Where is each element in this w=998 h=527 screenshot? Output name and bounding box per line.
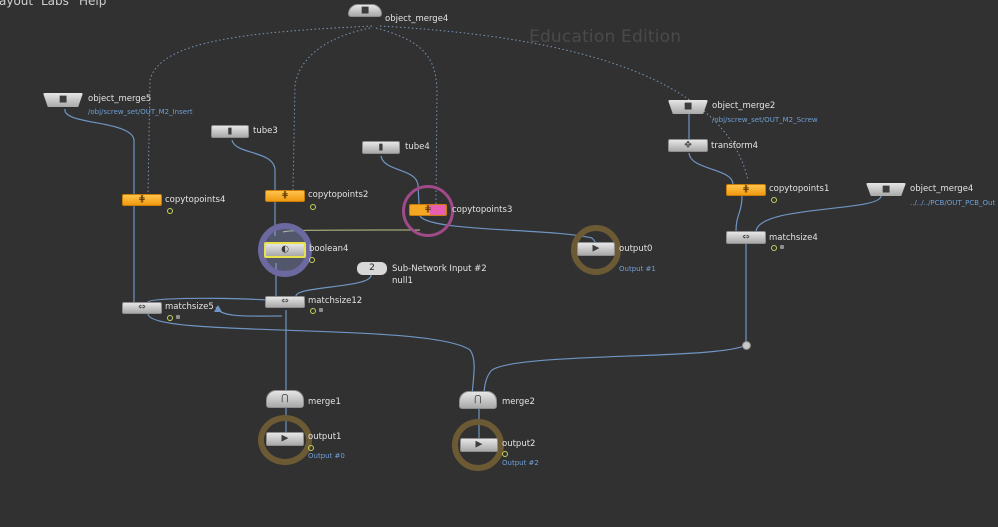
wire-ms5-merge2 bbox=[147, 313, 475, 398]
wire-tube3-cp2 bbox=[231, 139, 276, 190]
node-label: matchsize5 bbox=[165, 302, 214, 312]
output-icon: ▶ bbox=[577, 242, 615, 256]
bypass-flag[interactable] bbox=[771, 245, 777, 251]
null-node-label: null1 bbox=[392, 276, 413, 286]
lock-icon bbox=[319, 308, 323, 312]
ref-wire-copytopoints2 bbox=[292, 27, 371, 191]
node-label: tube3 bbox=[253, 126, 278, 136]
bypass-flag[interactable] bbox=[310, 204, 316, 210]
bypass-flag[interactable] bbox=[167, 315, 173, 321]
node-label: copytopoints4 bbox=[165, 195, 226, 205]
node-label: object_merge4 bbox=[910, 184, 974, 194]
wire-null-ms12 bbox=[295, 274, 372, 297]
bypass-flag[interactable] bbox=[502, 451, 508, 457]
node-output-index: Output #1 bbox=[619, 265, 656, 273]
match-size-icon: ⇔ bbox=[265, 296, 305, 308]
bypass-flag[interactable] bbox=[308, 445, 314, 451]
tube-icon: ▮ bbox=[211, 125, 249, 138]
wire-transform-cp1 bbox=[688, 152, 734, 185]
merge-icon: ⋂ bbox=[459, 391, 497, 409]
object-merge-icon: ■ bbox=[668, 100, 708, 114]
node-label: copytopoints3 bbox=[452, 205, 513, 215]
subnet-input-badge[interactable]: 2 bbox=[357, 262, 387, 275]
copy-to-points-icon: ⋕ bbox=[265, 190, 305, 202]
node-label: matchsize4 bbox=[769, 233, 818, 243]
wire-cp1-ms4 bbox=[735, 195, 743, 232]
object-merge-icon: ■ bbox=[866, 183, 906, 196]
boolean-icon: ◐ bbox=[264, 242, 306, 258]
node-label: object_merge4 bbox=[385, 14, 449, 24]
reference-wires bbox=[147, 25, 749, 205]
copy-to-points-icon: ⋕ bbox=[122, 194, 162, 206]
node-output-index: Output #2 bbox=[502, 459, 539, 467]
copy-to-points-icon: ⋕ bbox=[726, 184, 766, 196]
node-label: matchsize12 bbox=[308, 296, 363, 306]
lock-icon bbox=[780, 245, 784, 249]
node-path: /obj/screw_set/OUT_M2_Insert bbox=[88, 108, 193, 116]
node-label: tube4 bbox=[405, 142, 430, 152]
output-icon: ▶ bbox=[266, 432, 304, 446]
node-label: copytopoints2 bbox=[308, 190, 369, 200]
wire-ms12-sideloop bbox=[215, 306, 283, 317]
node-label: boolean4 bbox=[309, 244, 349, 254]
wire-junction-dot[interactable] bbox=[742, 341, 751, 350]
node-label: copytopoints1 bbox=[769, 184, 830, 194]
match-size-icon: ⇔ bbox=[122, 302, 162, 314]
subnet-input-label: Sub-Network Input #2 bbox=[392, 264, 487, 274]
node-label: output1 bbox=[308, 432, 342, 442]
bypass-flag[interactable] bbox=[309, 257, 315, 263]
tube-icon: ▮ bbox=[362, 141, 400, 154]
node-label: merge1 bbox=[308, 397, 341, 407]
match-size-icon: ⇔ bbox=[726, 231, 766, 244]
bypass-flag[interactable] bbox=[771, 197, 777, 203]
node-label: object_merge2 bbox=[712, 101, 776, 111]
bypass-flag[interactable] bbox=[310, 308, 316, 314]
output-icon: ▶ bbox=[460, 438, 498, 452]
wire-om5-cp4 bbox=[64, 108, 135, 194]
object-merge-icon: ■ bbox=[348, 4, 382, 17]
node-label: output0 bbox=[619, 244, 653, 254]
node-label: merge2 bbox=[502, 397, 535, 407]
node-label: output2 bbox=[502, 439, 536, 449]
merge-icon: ⋂ bbox=[266, 390, 304, 408]
wire-arrow-marker bbox=[214, 305, 222, 312]
ref-wire-copytopoints3 bbox=[375, 27, 438, 205]
transform-icon: ✥ bbox=[668, 139, 708, 152]
copy-to-points-icon: ⋕ bbox=[409, 204, 447, 216]
node-label: object_merge5 bbox=[88, 94, 152, 104]
lock-icon bbox=[176, 315, 180, 319]
node-label: transform4 bbox=[711, 141, 759, 151]
object-merge-icon: ■ bbox=[43, 93, 83, 107]
node-path: /obj/screw_set/OUT_M2_Screw bbox=[712, 116, 818, 124]
node-path: ../../../PCB/OUT_PCB_Out bbox=[910, 199, 996, 207]
bypass-flag[interactable] bbox=[167, 208, 173, 214]
node-output-index: Output #0 bbox=[308, 452, 345, 460]
wire-ms4-merge2 bbox=[483, 244, 747, 398]
